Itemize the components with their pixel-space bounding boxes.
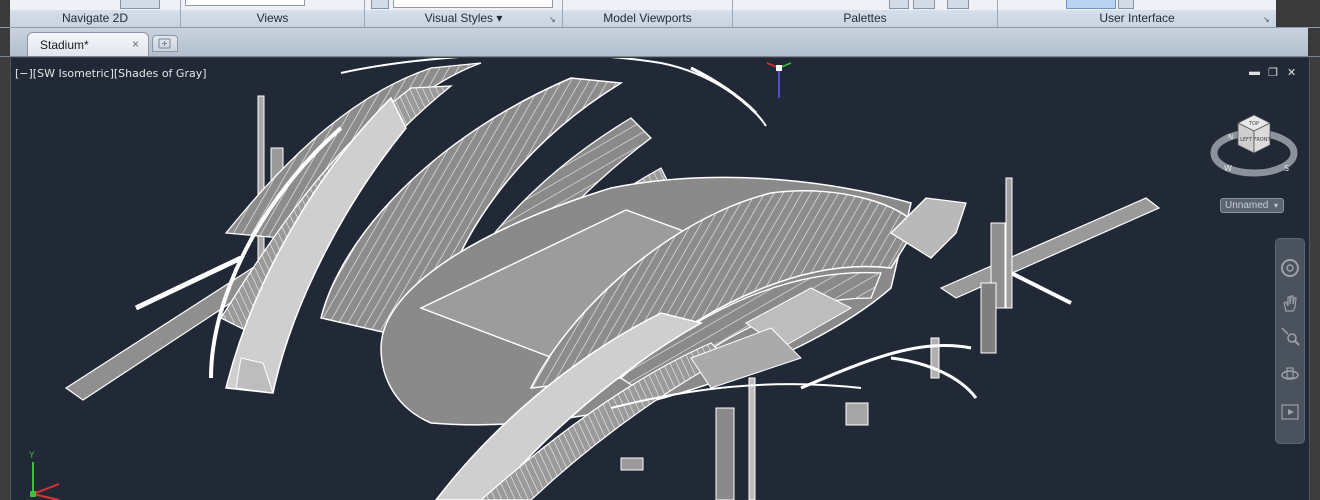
user-interface-small-button[interactable] xyxy=(1118,0,1134,9)
user-interface-button[interactable] xyxy=(1066,0,1116,9)
viewcube[interactable]: TOP LEFT FRONT W S N xyxy=(1208,113,1300,243)
document-tab-label: Stadium* xyxy=(40,38,89,52)
window-frame-right xyxy=(1276,0,1320,27)
viewport-restore-icon[interactable]: ❐ xyxy=(1268,66,1278,79)
panel-visual-styles: Visual Styles ▾ ↘ xyxy=(365,0,563,27)
viewport-minimize-icon[interactable]: ▬ xyxy=(1249,66,1260,78)
ucs-menu[interactable]: Unnamed ▾ xyxy=(1220,198,1284,213)
viewcube-front-face[interactable]: FRONT xyxy=(1253,137,1271,143)
palette-button-2[interactable] xyxy=(913,0,935,9)
ribbon: Navigate 2D Views Visual Styles ▾ ↘ Mode… xyxy=(0,0,1320,28)
panel-model-viewports: Model Viewports xyxy=(563,0,733,27)
navigation-bar xyxy=(1275,238,1305,444)
navigate-2d-control[interactable] xyxy=(120,0,160,9)
ucs-y-label: Y xyxy=(28,451,35,461)
panel-navigate-2d: Navigate 2D xyxy=(10,0,181,27)
viewcube-left-face[interactable]: LEFT xyxy=(1240,137,1253,143)
orbit-icon[interactable] xyxy=(1279,363,1301,385)
palette-button-3[interactable] xyxy=(947,0,969,9)
steeringwheel-icon[interactable] xyxy=(1279,257,1301,279)
new-tab-icon[interactable] xyxy=(152,35,178,52)
zoom-icon[interactable] xyxy=(1279,325,1301,347)
chevron-down-icon: ▾ xyxy=(1273,201,1278,210)
drawing-viewport[interactable]: [−][SW Isometric][Shades of Gray] ▬ ❐ ✕ … xyxy=(10,58,1310,500)
palette-button-1[interactable] xyxy=(889,0,909,9)
ucs-menu-label: Unnamed xyxy=(1225,200,1269,211)
panel-user-interface: User Interface ↘ xyxy=(998,0,1276,27)
compass-south-label[interactable]: S xyxy=(1284,164,1289,173)
visual-style-button[interactable] xyxy=(371,0,389,9)
panel-title-palettes[interactable]: Palettes xyxy=(733,11,997,25)
file-tab-bar: Stadium* × xyxy=(0,28,1320,57)
close-icon[interactable]: × xyxy=(132,37,139,51)
pan-icon[interactable] xyxy=(1279,293,1301,315)
panel-title-visual-styles[interactable]: Visual Styles ▾ xyxy=(365,11,562,25)
visual-styles-launcher-icon[interactable]: ↘ xyxy=(549,16,557,24)
viewport-close-icon[interactable]: ✕ xyxy=(1287,66,1296,79)
document-tab-stadium[interactable]: Stadium* × xyxy=(27,32,149,56)
viewport-controls-label[interactable]: [−][SW Isometric][Shades of Gray] xyxy=(15,67,207,80)
ucs-icon[interactable]: Y xyxy=(19,448,79,500)
viewcube-top-face[interactable]: TOP xyxy=(1248,121,1259,127)
views-dropdown[interactable] xyxy=(185,0,305,6)
panel-palettes: Palettes xyxy=(733,0,998,27)
showmotion-icon[interactable] xyxy=(1279,401,1301,423)
panel-views: Views xyxy=(181,0,365,27)
visual-style-dropdown[interactable] xyxy=(393,0,553,8)
window-frame-left xyxy=(0,0,10,27)
user-interface-launcher-icon[interactable]: ↘ xyxy=(1263,16,1271,24)
compass-west-label[interactable]: W xyxy=(1224,164,1232,173)
panel-title-model-viewports[interactable]: Model Viewports xyxy=(563,11,732,25)
panel-title-user-interface[interactable]: User Interface xyxy=(998,11,1276,25)
stadium-model xyxy=(64,58,1161,500)
panel-title-views[interactable]: Views xyxy=(181,11,364,25)
compass-north-label[interactable]: N xyxy=(1228,133,1233,141)
panel-title-navigate-2d[interactable]: Navigate 2D xyxy=(10,11,180,25)
world-axis-glyph xyxy=(766,62,792,98)
